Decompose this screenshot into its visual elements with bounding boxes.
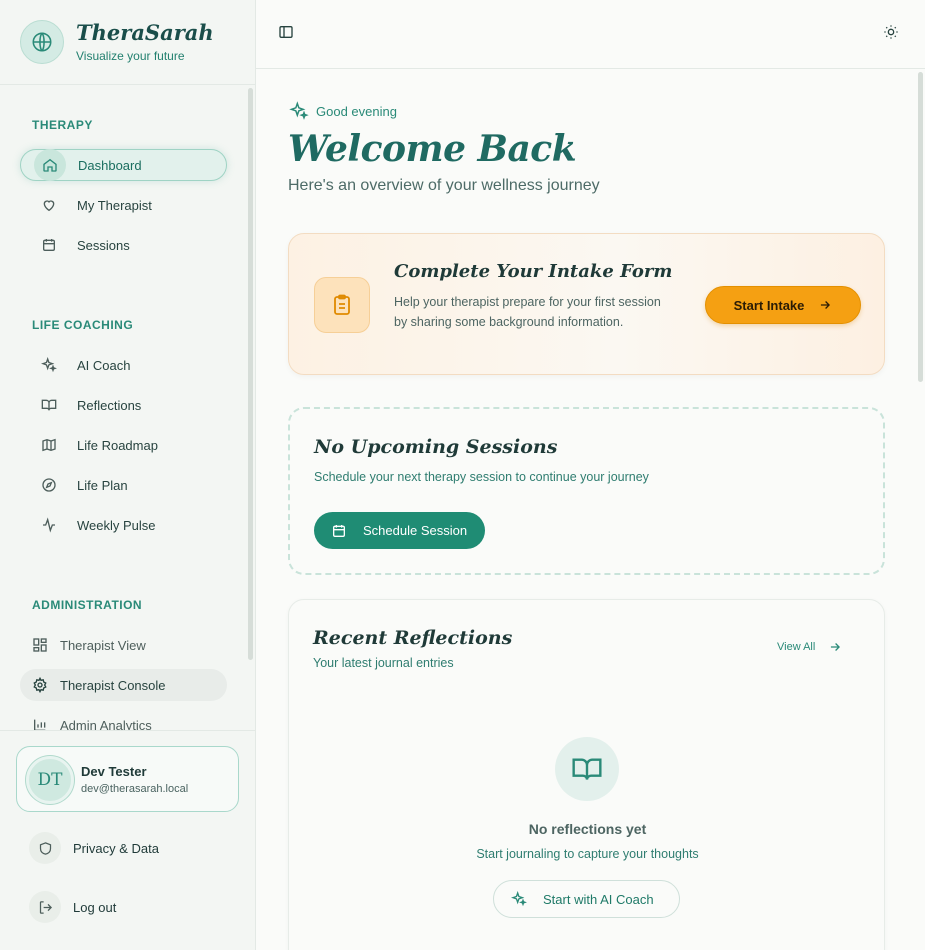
sidebar-item-dashboard[interactable]: Dashboard — [20, 149, 227, 181]
book-open-icon — [555, 737, 619, 801]
sessions-title: No Upcoming Sessions — [314, 436, 558, 458]
avatar: DT — [26, 756, 74, 804]
page-subtitle: Here's an overview of your wellness jour… — [288, 177, 600, 194]
sparkles-icon — [33, 349, 65, 381]
user-email: dev@therasarah.local — [81, 783, 189, 795]
user-card[interactable]: DT Dev Tester dev@therasarah.local — [16, 746, 239, 812]
reflections-subtitle: Your latest journal entries — [313, 656, 454, 670]
reflections-card: Recent Reflections Your latest journal e… — [288, 599, 885, 950]
sidebar-item-label: Reflections — [77, 397, 142, 413]
schedule-session-button[interactable]: Schedule Session — [314, 512, 485, 549]
sidebar-item-label: Weekly Pulse — [77, 517, 156, 533]
clipboard-icon — [314, 277, 370, 333]
sidebar-item-life-plan[interactable]: Life Plan — [20, 469, 227, 501]
sidebar-toggle-button[interactable] — [272, 20, 300, 48]
sidebar-item-label: Therapist View — [60, 637, 146, 653]
map-icon — [33, 429, 65, 461]
calendar-icon — [331, 523, 347, 539]
activity-icon — [33, 509, 65, 541]
sidebar-item-my-therapist[interactable]: My Therapist — [20, 189, 227, 221]
reflections-title: Recent Reflections — [313, 627, 513, 649]
sidebar-item-weekly-pulse[interactable]: Weekly Pulse — [20, 509, 227, 541]
heart-icon — [33, 189, 65, 221]
start-intake-label: Start Intake — [733, 297, 805, 313]
empty-state-description: Start journaling to capture your thought… — [476, 847, 699, 861]
start-ai-coach-label: Start with AI Coach — [543, 891, 654, 907]
start-ai-coach-button[interactable]: Start with AI Coach — [493, 880, 680, 918]
view-all-link[interactable]: View All — [777, 640, 842, 654]
brand-header[interactable]: TheraSarah Visualize your future — [0, 0, 255, 85]
globe-icon — [20, 20, 64, 64]
privacy-data-label: Privacy & Data — [73, 840, 159, 856]
sidebar-item-life-roadmap[interactable]: Life Roadmap — [20, 429, 227, 461]
calendar-icon — [33, 229, 65, 261]
gear-icon — [32, 677, 48, 693]
sun-icon — [883, 24, 899, 45]
brand-tagline: Visualize your future — [76, 49, 185, 63]
sidebar-item-label: Life Roadmap — [77, 437, 158, 453]
logout-icon — [29, 891, 61, 923]
section-title-administration: ADMINISTRATION — [32, 598, 143, 612]
sidebar-item-label: My Therapist — [77, 197, 152, 213]
panel-left-icon — [278, 24, 294, 45]
greeting: Good evening — [288, 100, 397, 122]
sidebar-item-ai-coach[interactable]: AI Coach — [20, 349, 227, 381]
intake-card: Complete Your Intake Form Help your ther… — [288, 233, 885, 375]
topbar — [256, 0, 925, 69]
arrow-right-icon — [828, 640, 842, 654]
sessions-card: No Upcoming Sessions Schedule your next … — [288, 407, 885, 575]
privacy-data-link[interactable]: Privacy & Data — [29, 832, 159, 864]
arrow-right-icon — [818, 298, 832, 312]
sidebar-item-label: Dashboard — [78, 157, 142, 173]
section-title-life-coaching: LIFE COACHING — [32, 318, 134, 332]
sessions-description: Schedule your next therapy session to co… — [314, 470, 649, 484]
intake-description: Help your therapist prepare for your fir… — [394, 295, 661, 329]
theme-toggle-button[interactable] — [877, 20, 905, 48]
logout-button[interactable]: Log out — [29, 891, 116, 923]
sidebar-item-therapist-view[interactable]: Therapist View — [20, 629, 227, 661]
sparkles-icon — [288, 100, 310, 122]
sidebar-item-reflections[interactable]: Reflections — [20, 389, 227, 421]
brand-name: TheraSarah — [76, 20, 214, 45]
grid-icon — [32, 637, 48, 653]
page-title: Welcome Back — [288, 128, 577, 170]
empty-state-title: No reflections yet — [528, 821, 647, 837]
sidebar-nav[interactable]: THERAPY Dashboard My Therapist Sessions … — [0, 86, 255, 730]
home-icon — [34, 149, 66, 181]
intake-title: Complete Your Intake Form — [394, 261, 673, 282]
sidebar-item-sessions[interactable]: Sessions — [20, 229, 227, 261]
sidebar: TheraSarah Visualize your future THERAPY… — [0, 0, 256, 950]
sparkles-icon — [511, 891, 527, 907]
sidebar-item-label: Sessions — [77, 237, 130, 253]
shield-icon — [29, 832, 61, 864]
bar-chart-icon — [32, 717, 48, 730]
sidebar-item-label: Therapist Console — [60, 677, 166, 693]
sidebar-item-admin-analytics[interactable]: Admin Analytics — [20, 709, 227, 730]
start-intake-button[interactable]: Start Intake — [705, 286, 861, 324]
view-all-label: View All — [777, 641, 816, 653]
sidebar-item-label: AI Coach — [77, 357, 131, 373]
logout-label: Log out — [73, 899, 117, 915]
section-title-therapy: THERAPY — [32, 118, 93, 132]
main-scrollbar[interactable] — [918, 72, 923, 382]
sidebar-scrollbar[interactable] — [248, 88, 253, 660]
greeting-text: Good evening — [316, 103, 397, 119]
sidebar-item-label: Admin Analytics — [60, 717, 152, 731]
schedule-session-label: Schedule Session — [363, 523, 468, 538]
sidebar-item-therapist-console[interactable]: Therapist Console — [20, 669, 227, 701]
sidebar-item-label: Life Plan — [77, 477, 128, 493]
compass-icon — [33, 469, 65, 501]
book-icon — [33, 389, 65, 421]
user-name: Dev Tester — [81, 764, 147, 779]
